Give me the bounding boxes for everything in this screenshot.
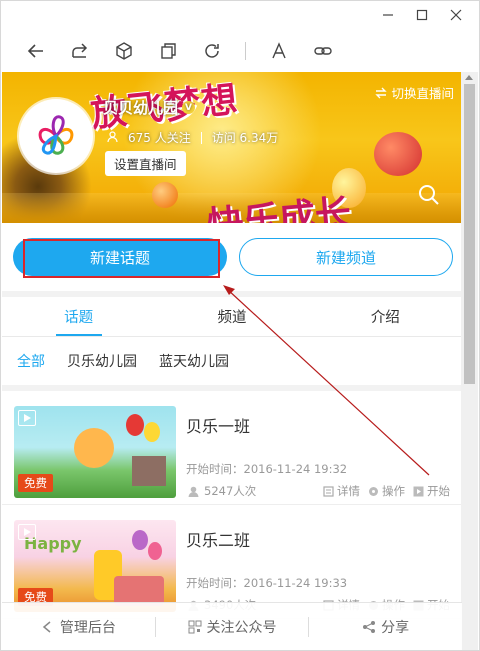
banner-orange-decoration [152,182,178,208]
scrollbar[interactable] [461,72,478,650]
details-label: 详情 [337,484,360,498]
new-channel-button[interactable]: 新建频道 [239,238,453,276]
admin-label: 管理后台 [59,619,116,636]
visits-count: 访问 6.34万 [211,131,279,145]
thumbnail-balloon [132,530,148,550]
play-icon [413,486,424,496]
toolbar-divider [245,42,246,60]
filter-bar: 全部 贝乐幼儿园 蓝天幼儿园 [2,337,462,385]
filter-lantian[interactable]: 蓝天幼儿园 [159,351,229,371]
filter-beile[interactable]: 贝乐幼儿园 [67,351,137,371]
set-live-room-button[interactable]: 设置直播间 [105,151,186,176]
browser-toolbar [1,29,479,73]
thumbnail-character [74,428,114,468]
app-window: 放飞梦想 快乐成长 切换直播间 贝贝幼儿园 V 675 人关注 访问 6.34万… [0,0,480,651]
banner: 放飞梦想 快乐成长 切换直播间 贝贝幼儿园 V 675 人关注 访问 6.34万… [2,72,462,223]
tab-channels[interactable]: 频道 [155,297,308,336]
school-name: 贝贝幼儿园 V [103,97,196,118]
search-icon[interactable] [418,184,440,210]
back-arrow-icon[interactable] [25,40,47,62]
document-icon [323,485,334,497]
list-item[interactable]: 免费 贝乐一班 开始时间：2016-11-24 19:32 5247人次 详情 … [2,391,462,505]
play-icon [18,524,36,540]
topic-title[interactable]: 贝乐一班 [186,413,250,437]
follow-official-account-button[interactable]: 关注公众号 [156,617,309,637]
link-icon[interactable] [312,40,334,62]
operate-label: 操作 [382,484,405,498]
share-icon[interactable] [69,40,91,62]
heart-logo-icon [38,115,74,155]
content-tabs: 话题 频道 介绍 [2,297,462,337]
share-button[interactable]: 分享 [309,617,462,637]
filter-all[interactable]: 全部 [17,351,45,371]
school-name-label: 贝贝幼儿园 [103,99,179,117]
switch-icon [375,87,388,98]
admin-button[interactable]: 管理后台 [2,617,155,637]
operate-button[interactable]: 操作 [368,483,405,499]
stats-divider [200,131,202,144]
thumbnail-balloon [144,422,160,442]
new-topic-button[interactable]: 新建话题 [13,238,227,276]
settings-icon [369,486,378,496]
scrollbar-thumb[interactable] [464,84,475,384]
title-bar [1,1,479,29]
details-button[interactable]: 详情 [323,483,360,499]
start-time: 开始时间：2016-11-24 19:32 [186,462,348,476]
school-logo [19,99,93,173]
user-icon [188,486,199,497]
thumbnail-balloon [126,414,144,436]
font-icon[interactable] [268,40,290,62]
start-label: 开始 [427,484,450,498]
action-buttons: 新建话题 新建频道 [13,238,453,276]
scroll-up-icon[interactable] [465,75,473,80]
share-icon [363,620,376,633]
thumbnail-house [132,456,166,486]
back-icon [42,620,51,633]
close-icon[interactable] [439,3,473,27]
topic-thumbnail[interactable]: 免费 [14,406,176,498]
user-icon [107,130,118,145]
qrcode-icon [188,620,201,633]
refresh-icon[interactable] [201,40,223,62]
topic-operations: 详情 操作 开始 [323,483,450,499]
cube-icon[interactable] [113,40,135,62]
minimize-icon[interactable] [371,3,405,27]
topic-thumbnail[interactable]: Happy 免费 [14,520,176,612]
switch-live-button[interactable]: 切换直播间 [375,83,454,102]
banner-apple-decoration [374,132,422,176]
banner-stats: 675 人关注 访问 6.34万 [107,129,278,146]
view-count-label: 5247人次 [204,484,257,498]
start-button[interactable]: 开始 [413,483,450,499]
verified-icon: V [182,101,196,114]
topic-list: 免费 贝乐一班 开始时间：2016-11-24 19:32 5247人次 详情 … [2,391,462,619]
share-label: 分享 [381,619,410,636]
copy-icon[interactable] [157,40,179,62]
maximize-icon[interactable] [405,3,439,27]
free-badge: 免费 [18,474,53,492]
bottom-bar: 管理后台 关注公众号 分享 [2,602,462,650]
start-time: 开始时间：2016-11-24 19:33 [186,576,348,590]
tab-intro[interactable]: 介绍 [309,297,462,336]
followers-count: 675 人关注 [128,131,191,145]
tab-topics[interactable]: 话题 [2,297,155,336]
view-count: 5247人次 [188,483,256,499]
play-icon [18,410,36,426]
switch-live-label: 切换直播间 [391,86,454,101]
follow-label: 关注公众号 [206,619,277,636]
thumbnail-balloon [148,542,162,560]
topic-title[interactable]: 贝乐二班 [186,527,250,551]
